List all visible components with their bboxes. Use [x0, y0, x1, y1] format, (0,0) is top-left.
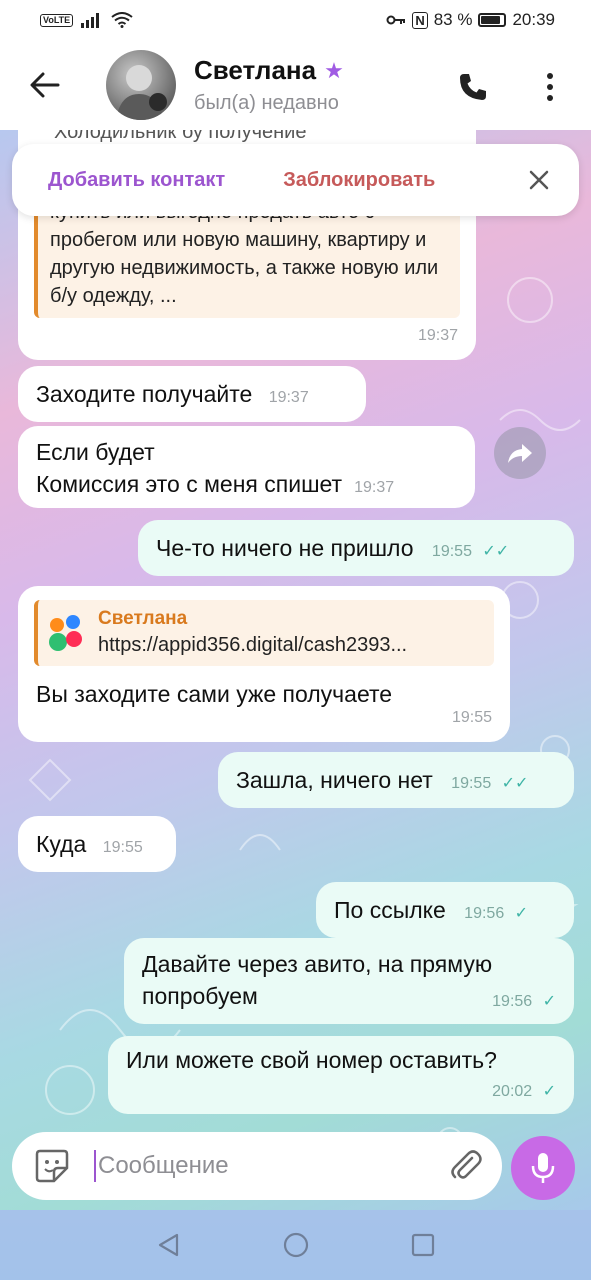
app-logo-icon — [49, 615, 82, 651]
message-text: Вы заходите сами уже получаете — [36, 681, 393, 707]
paperclip-icon — [451, 1150, 482, 1179]
message-composer: Сообщение — [12, 1132, 502, 1200]
avatar[interactable] — [106, 50, 176, 120]
message-time: 19:37 — [354, 479, 395, 496]
double-check-icon: ✓✓ — [501, 775, 529, 792]
message-text: Зашла, ничего нет — [236, 767, 433, 793]
reply-author: Светлана — [98, 608, 188, 629]
arrow-left-icon — [30, 72, 60, 98]
incoming-message[interactable]: Если будет Комиссия это с меня спишет 19:… — [18, 426, 475, 508]
back-button[interactable] — [0, 40, 90, 130]
incoming-message-with-reply[interactable]: Светлана https://appid356.digital/cash23… — [18, 586, 510, 742]
message-text: Если будет — [36, 439, 155, 465]
chat-header: Светлана ★ был(а) недавно — [0, 40, 591, 130]
message-text: Че-то ничего не пришло — [156, 535, 414, 561]
message-input[interactable]: Сообщение — [98, 1152, 229, 1180]
double-check-icon: ✓✓ — [482, 543, 510, 560]
outgoing-message[interactable]: Давайте через авито, на прямую попробуем… — [124, 938, 574, 1024]
clock: 20:39 — [512, 10, 555, 29]
presence-status: был(а) недавно — [194, 92, 339, 114]
close-icon — [529, 170, 549, 190]
close-button[interactable] — [525, 166, 553, 194]
check-icon: ✓ — [514, 905, 529, 922]
reply-quote[interactable]: Светлана https://appid356.digital/cash23… — [34, 600, 494, 666]
message-time: 19:37 — [268, 389, 309, 406]
signal-icon — [81, 13, 100, 28]
outgoing-message[interactable]: Че-то ничего не пришло 19:55 ✓✓ — [138, 520, 574, 576]
text-caret — [94, 1150, 96, 1182]
message-time: 19:56 — [492, 993, 533, 1010]
nav-recents-icon[interactable] — [410, 1232, 436, 1258]
reply-link[interactable]: https://appid356.digital/cash2393... — [98, 631, 407, 659]
message-time: 19:56 — [464, 905, 505, 922]
nav-home-icon[interactable] — [282, 1231, 310, 1259]
status-bar: VoLTE N 83 % 20:39 — [0, 0, 591, 40]
check-icon: ✓ — [542, 993, 556, 1010]
more-menu-button[interactable] — [530, 67, 570, 107]
message-text: Куда — [36, 831, 87, 857]
share-icon — [508, 444, 532, 463]
message-time: 20:02 — [492, 1083, 533, 1100]
contact-action-bar: Добавить контакт Заблокировать — [12, 144, 579, 216]
sticker-icon — [35, 1149, 69, 1183]
message-text: Заходите получайте — [36, 381, 253, 407]
battery-percent: 83 % — [433, 10, 473, 29]
incoming-message[interactable]: Заходите получайте 19:37 — [18, 366, 366, 422]
battery-icon — [478, 13, 507, 27]
nav-back-icon[interactable] — [156, 1232, 182, 1258]
message-time: 19:37 — [417, 327, 458, 344]
check-icon: ✓ — [542, 1083, 556, 1100]
key-icon — [386, 15, 406, 25]
outgoing-message[interactable]: Зашла, ничего нет 19:55 ✓✓ — [218, 752, 574, 808]
call-button[interactable] — [453, 67, 493, 107]
message-text: Комиссия это с меня спишет — [36, 471, 343, 497]
phone-icon — [460, 74, 486, 100]
microphone-icon — [531, 1153, 555, 1183]
message-time: 19:55 — [431, 543, 472, 560]
more-vertical-icon — [547, 73, 553, 101]
incoming-message[interactable]: Куда 19:55 — [18, 816, 176, 872]
message-text: Давайте через авито, на прямую попробуем — [142, 951, 493, 1009]
message-time: 19:55 — [102, 839, 143, 856]
contact-name-row[interactable]: Светлана ★ — [194, 55, 344, 86]
wifi-icon — [111, 12, 133, 28]
voice-record-button[interactable] — [511, 1136, 575, 1200]
message-time: 19:55 — [451, 709, 492, 726]
add-contact-button[interactable]: Добавить контакт — [48, 169, 225, 192]
attach-button[interactable] — [448, 1148, 484, 1184]
message-time: 19:55 — [451, 775, 492, 792]
ad-quote[interactable]: купить или выгодно продать авто с пробег… — [34, 198, 460, 318]
sticker-button[interactable] — [32, 1146, 72, 1186]
contact-name: Светлана — [194, 55, 317, 85]
star-icon: ★ — [324, 57, 344, 83]
volte-indicator: VoLTE — [40, 13, 74, 27]
nfc-icon: N — [412, 11, 428, 29]
system-nav-bar — [0, 1210, 591, 1280]
outgoing-message[interactable]: По ссылке 19:56 ✓ — [316, 882, 574, 938]
message-text: По ссылке — [334, 897, 446, 923]
forward-button[interactable] — [494, 427, 546, 479]
outgoing-message[interactable]: Или можете свой номер оставить? 20:02 ✓ — [108, 1036, 574, 1114]
chat-area[interactable]: Холодильник бу получение купить или выго… — [0, 130, 591, 1210]
block-button[interactable]: Заблокировать — [283, 169, 435, 192]
